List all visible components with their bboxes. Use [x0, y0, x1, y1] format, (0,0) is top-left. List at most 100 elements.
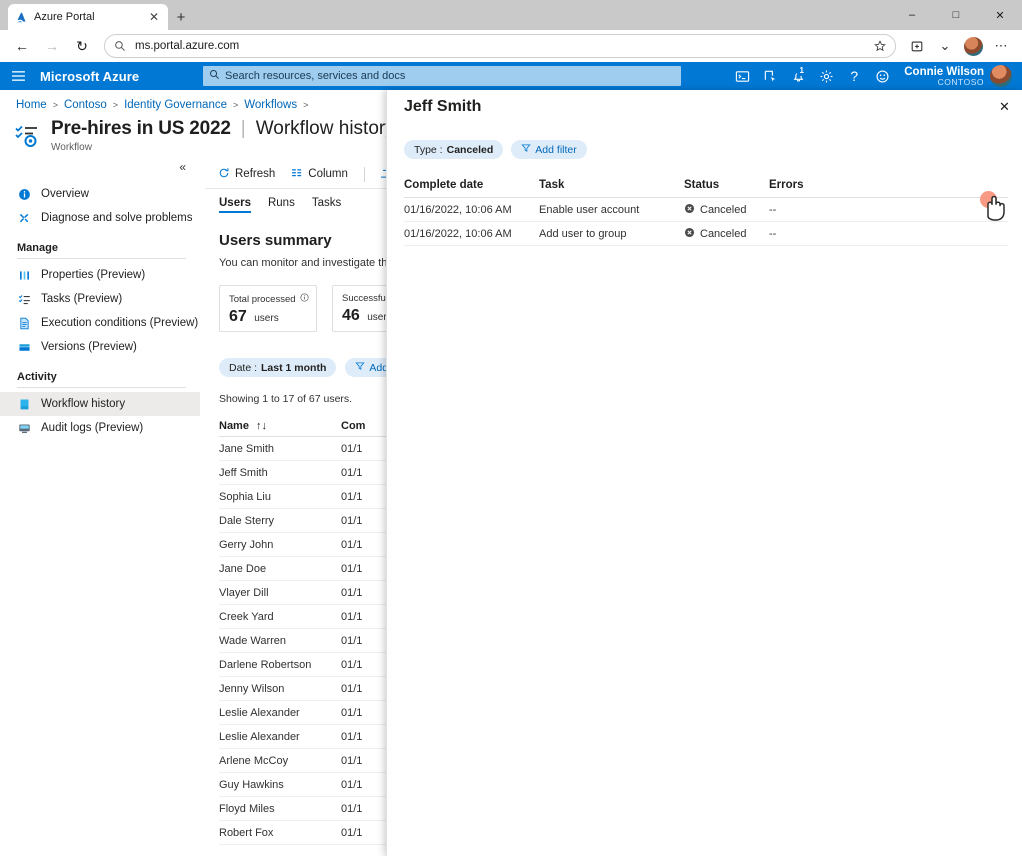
avatar [990, 65, 1012, 87]
sidebar-item-label: Tasks (Preview) [41, 293, 122, 305]
cell-user-name[interactable]: Creek Yard [219, 611, 341, 623]
workflow-icon [14, 122, 42, 150]
cell-user-name[interactable]: Vlayer Dill [219, 587, 341, 599]
column-header-status[interactable]: Status [684, 179, 769, 191]
toolbar-separator [364, 167, 365, 182]
breadcrumb-item-workflows[interactable]: Workflows [244, 99, 297, 111]
tab-runs[interactable]: Runs [268, 197, 295, 213]
forward-icon[interactable]: → [38, 32, 66, 60]
filter-chip-type[interactable]: Type : Canceled [404, 140, 503, 159]
refresh-button[interactable]: Refresh [218, 167, 275, 182]
sidebar-item-properties[interactable]: Properties (Preview) [0, 263, 200, 287]
address-bar[interactable]: ms.portal.azure.com [104, 34, 896, 58]
panel-table-header: Complete date Task Status Errors [404, 172, 1008, 198]
settings-gear-icon[interactable] [812, 62, 840, 90]
cell-user-name[interactable]: Gerry John [219, 539, 341, 551]
column-header-errors[interactable]: Errors [769, 179, 859, 191]
sidebar-item-tasks[interactable]: Tasks (Preview) [0, 287, 200, 311]
cell-user-name[interactable]: Wade Warren [219, 635, 341, 647]
tab-users[interactable]: Users [219, 197, 251, 213]
breadcrumb-separator: > [303, 100, 308, 110]
back-icon[interactable]: ← [8, 32, 36, 60]
table-row[interactable]: 01/16/2022, 10:06 AMEnable user accountC… [404, 198, 1008, 222]
info-icon[interactable] [300, 293, 309, 305]
sidebar-item-diagnose[interactable]: Diagnose and solve problems [0, 206, 200, 230]
star-icon[interactable] [873, 39, 887, 53]
sidebar-item-label: Versions (Preview) [41, 341, 137, 353]
tasks-list-icon [17, 292, 32, 307]
browser-more-icon[interactable]: ⋯ [988, 33, 1014, 59]
help-icon[interactable]: ? [840, 62, 868, 90]
sidebar-item-versions[interactable]: Versions (Preview) [0, 335, 200, 359]
card-label-text: Successfu [342, 293, 386, 304]
column-header-task[interactable]: Task [539, 179, 684, 191]
cell-user-name[interactable]: Arlene McCoy [219, 755, 341, 767]
close-icon[interactable]: ✕ [996, 98, 1013, 115]
status-badge: Canceled [700, 228, 746, 240]
tab-tasks[interactable]: Tasks [312, 197, 341, 213]
profile-avatar[interactable] [960, 33, 986, 59]
cloud-shell-icon[interactable] [728, 62, 756, 90]
cell-user-name[interactable]: Jeff Smith [219, 467, 341, 479]
browser-tab-title: Azure Portal [34, 11, 140, 23]
user-account-menu[interactable]: Connie Wilson CONTOSO [896, 65, 1016, 87]
cell-user-name[interactable]: Dale Sterry [219, 515, 341, 527]
breadcrumb-item-contoso[interactable]: Contoso [64, 99, 107, 111]
cell-task: Enable user account [539, 204, 684, 216]
cell-user-name[interactable]: Guy Hawkins [219, 779, 341, 791]
sidebar-item-execution-conditions[interactable]: Execution conditions (Preview) [0, 311, 200, 335]
collections-icon[interactable] [904, 33, 930, 59]
sidebar-item-overview[interactable]: Overview [0, 182, 200, 206]
cell-user-name[interactable]: Leslie Alexander [219, 731, 341, 743]
hamburger-menu-icon[interactable] [0, 62, 36, 90]
window-minimize-button[interactable]: – [890, 0, 934, 30]
reload-icon[interactable]: ↻ [68, 32, 96, 60]
azure-search-input[interactable]: Search resources, services and docs [203, 66, 681, 86]
column-header-complete-date[interactable]: Complete date [404, 179, 539, 191]
breadcrumb-separator: > [113, 100, 118, 110]
sidebar-item-audit-logs[interactable]: Audit logs (Preview) [0, 416, 200, 440]
filter-chip-date[interactable]: Date : Last 1 month [219, 358, 336, 377]
breadcrumb-item-home[interactable]: Home [16, 99, 47, 111]
cell-user-name[interactable]: Jane Doe [219, 563, 341, 575]
cell-user-name[interactable]: Floyd Miles [219, 803, 341, 815]
sidebar-item-workflow-history[interactable]: Workflow history [0, 392, 200, 416]
new-tab-button[interactable]: + [168, 4, 194, 30]
panel-filter-chips: Type : Canceled Add filter [404, 140, 587, 159]
panel-tasks-table: Complete date Task Status Errors 01/16/2… [404, 172, 1008, 246]
table-row[interactable]: 01/16/2022, 10:06 AMAdd user to groupCan… [404, 222, 1008, 246]
notifications-icon[interactable]: 1 [784, 62, 812, 90]
browser-toolbar-right: ⌄ ⋯ [904, 33, 1014, 59]
azure-logo-icon [14, 10, 28, 24]
cell-errors: -- [769, 228, 859, 240]
cell-user-name[interactable]: Sophia Liu [219, 491, 341, 503]
page-title-divider: | [241, 118, 246, 140]
cancel-circle-icon [684, 227, 695, 241]
sort-icon[interactable]: ↑↓ [256, 420, 267, 432]
azure-top-bar-actions: 1 ? Connie Wilson CONTOSO [728, 62, 1016, 90]
column-button[interactable]: Column [291, 167, 348, 182]
chevron-down-icon[interactable]: ⌄ [932, 33, 958, 59]
cell-user-name[interactable]: Robert Fox [219, 827, 341, 839]
user-org: CONTOSO [904, 78, 984, 87]
card-value: 67 [229, 308, 247, 325]
filter-icon [521, 143, 531, 156]
panel-add-filter-button[interactable]: Add filter [511, 140, 586, 159]
cell-user-name[interactable]: Leslie Alexander [219, 707, 341, 719]
directories-subscriptions-icon[interactable] [756, 62, 784, 90]
sidebar-collapse-icon[interactable]: « [179, 160, 186, 174]
properties-bars-icon [17, 268, 32, 283]
window-close-button[interactable]: ✕ [978, 0, 1022, 30]
column-header-name[interactable]: Name ↑↓ [219, 420, 341, 432]
status-badge: Canceled [700, 204, 746, 216]
cell-user-name[interactable]: Jenny Wilson [219, 683, 341, 695]
window-maximize-button[interactable]: □ [934, 0, 978, 30]
feedback-smiley-icon[interactable] [868, 62, 896, 90]
tab-close-icon[interactable]: ✕ [146, 9, 162, 25]
cell-user-name[interactable]: Jane Smith [219, 443, 341, 455]
chip-key: Date : [229, 362, 257, 374]
azure-brand-title[interactable]: Microsoft Azure [36, 69, 139, 84]
browser-tab[interactable]: Azure Portal ✕ [8, 4, 168, 30]
breadcrumb-item-identity-governance[interactable]: Identity Governance [124, 99, 227, 111]
cell-user-name[interactable]: Darlene Robertson [219, 659, 341, 671]
